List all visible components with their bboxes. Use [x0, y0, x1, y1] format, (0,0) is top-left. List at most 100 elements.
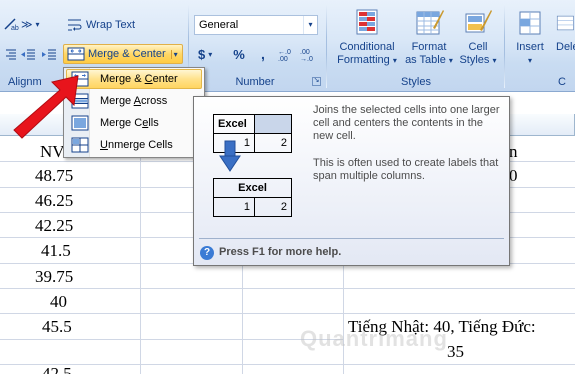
- merge-center-tooltip: Excel 1 2 Excel 1 2 Joins the selected c…: [193, 96, 510, 266]
- cell-value[interactable]: 39.75: [35, 267, 73, 287]
- conditional-formatting-label-1: Conditional: [339, 41, 395, 53]
- orientation-glyph-icon: ≫: [21, 18, 33, 31]
- number-format-value: General: [199, 19, 239, 31]
- help-icon: ?: [200, 246, 214, 260]
- merge-center-icon: [67, 47, 85, 61]
- number-launcher-icon[interactable]: ↘: [312, 77, 321, 86]
- decrease-indent-icon[interactable]: [17, 44, 39, 64]
- menu-item-text: Merge &: [100, 73, 145, 85]
- group-divider: [326, 4, 327, 88]
- increase-indent-icon[interactable]: [38, 44, 60, 64]
- format-as-table-icon: [416, 10, 444, 35]
- tooltip-help-text: Press F1 for more help.: [219, 246, 342, 258]
- cell-note[interactable]: 35: [447, 342, 464, 362]
- conditional-formatting-button[interactable]: Conditional Formatting ▾: [332, 8, 402, 74]
- cell-styles-icon: [465, 10, 492, 33]
- delete-button[interactable]: Dele: [556, 8, 575, 74]
- chevron-down-icon: ▾: [492, 56, 497, 65]
- cell-value[interactable]: 40: [50, 292, 67, 312]
- tooltip-description: Joins the selected cells into one larger…: [313, 104, 500, 142]
- menu-item-text: cross: [140, 95, 168, 107]
- demo-cell-excel: Excel: [213, 114, 255, 134]
- cell-value[interactable]: 45.5: [42, 317, 72, 337]
- menu-item-accesskey: U: [100, 139, 108, 151]
- svg-text:.00: .00: [300, 49, 310, 56]
- delete-label: Dele: [556, 41, 575, 53]
- merge-center-button[interactable]: Merge & Center ▾: [63, 44, 183, 64]
- menu-item-merge-center[interactable]: Merge & Center: [66, 69, 202, 89]
- row-gridline: [0, 364, 575, 365]
- cell-value[interactable]: 42.25: [35, 216, 73, 236]
- wrap-text-icon: [68, 19, 82, 31]
- cell-value[interactable]: 41.5: [41, 241, 71, 261]
- red-pointer-arrow-icon: [13, 75, 79, 139]
- menu-item-text: nmerge Cells: [107, 139, 173, 151]
- format-as-table-button[interactable]: Format as Table ▾: [403, 8, 455, 74]
- demo-cell-selected: [254, 114, 292, 134]
- group-divider: [504, 4, 505, 88]
- format-as-table-label-2: as Table: [405, 54, 446, 66]
- cell-styles-button[interactable]: Cell Styles ▾: [456, 8, 500, 74]
- demo-cell-number: 1: [213, 197, 255, 217]
- row-gridline: [0, 313, 575, 314]
- svg-text:.00: .00: [278, 56, 288, 62]
- currency-button[interactable]: $ ▾: [194, 44, 224, 64]
- down-arrow-icon: [219, 140, 241, 172]
- number-format-select[interactable]: General ▾: [194, 15, 318, 35]
- chevron-down-icon: ▾: [527, 56, 532, 65]
- menu-item-text: enter: [152, 73, 178, 85]
- merge-dropdown-arrow-icon[interactable]: ▾: [170, 49, 178, 59]
- insert-cells-icon: [519, 11, 541, 35]
- chevron-down-icon: ▾: [303, 16, 317, 34]
- menu-item-unmerge-cells[interactable]: Unmerge Cells: [66, 135, 202, 155]
- orientation-dropdown[interactable]: ≫ ▾: [17, 14, 45, 34]
- format-as-table-label-1: Format: [411, 41, 447, 53]
- row-gridline: [0, 288, 575, 289]
- insert-button[interactable]: Insert ▾: [508, 8, 552, 74]
- menu-item-accesskey: A: [133, 95, 141, 107]
- chevron-down-icon: ▾: [35, 19, 40, 29]
- watermark: Quantrimang: [300, 326, 448, 351]
- demo-cell-number: 2: [254, 197, 292, 217]
- cell-styles-label-2: Styles: [459, 54, 490, 66]
- decrease-decimal-icon[interactable]: .00 →.0: [299, 44, 321, 64]
- menu-item-accesskey: C: [144, 73, 153, 85]
- cell-value[interactable]: n: [509, 142, 518, 162]
- svg-text:→.0: →.0: [300, 56, 313, 62]
- menu-item-text: Merge: [100, 95, 134, 107]
- wrap-text-button[interactable]: Wrap Text: [63, 15, 139, 35]
- insert-label: Insert: [516, 41, 544, 53]
- cell-value[interactable]: 0: [509, 166, 518, 186]
- demo-merged-cell: Excel: [213, 178, 292, 198]
- merge-dropdown-menu: Merge & Center Merge Across Merge Cells …: [63, 67, 205, 158]
- wrap-text-label: Wrap Text: [86, 19, 136, 31]
- currency-label: $: [198, 46, 206, 62]
- cell-value[interactable]: 46.25: [35, 191, 73, 211]
- demo-cell-number: 2: [254, 133, 292, 153]
- merge-center-label: Merge & Center: [88, 48, 166, 60]
- chevron-down-icon: ▾: [208, 49, 213, 59]
- chevron-down-icon: ▾: [392, 56, 397, 65]
- menu-item-merge-across[interactable]: Merge Across: [66, 91, 202, 111]
- menu-item-merge-cells[interactable]: Merge Cells: [66, 113, 202, 133]
- svg-text:←.0: ←.0: [278, 49, 291, 56]
- delete-cells-icon: [556, 15, 574, 31]
- cell-value[interactable]: 42.5: [42, 364, 72, 374]
- row-gridline: [0, 339, 343, 340]
- percent-button[interactable]: %: [228, 44, 250, 64]
- tooltip-divider: [199, 238, 504, 239]
- conditional-formatting-icon: [356, 9, 378, 35]
- cell-value[interactable]: NV: [40, 142, 65, 162]
- cell-value[interactable]: 48.75: [35, 166, 73, 186]
- conditional-formatting-label-2: Formatting: [337, 54, 390, 66]
- cells-group-label: C: [558, 76, 566, 88]
- tooltip-note: This is often used to create labels that…: [313, 157, 499, 182]
- increase-decimal-icon[interactable]: ←.0.00: [277, 44, 299, 64]
- cell-styles-label-1: Cell: [468, 41, 488, 53]
- chevron-down-icon: ▾: [448, 56, 453, 65]
- comma-button[interactable]: ,: [252, 44, 274, 64]
- number-group-label: Number: [235, 76, 275, 88]
- styles-group-label: Styles: [401, 76, 431, 88]
- menu-item-text: Merge C: [100, 117, 143, 129]
- menu-item-text: lls: [148, 117, 159, 129]
